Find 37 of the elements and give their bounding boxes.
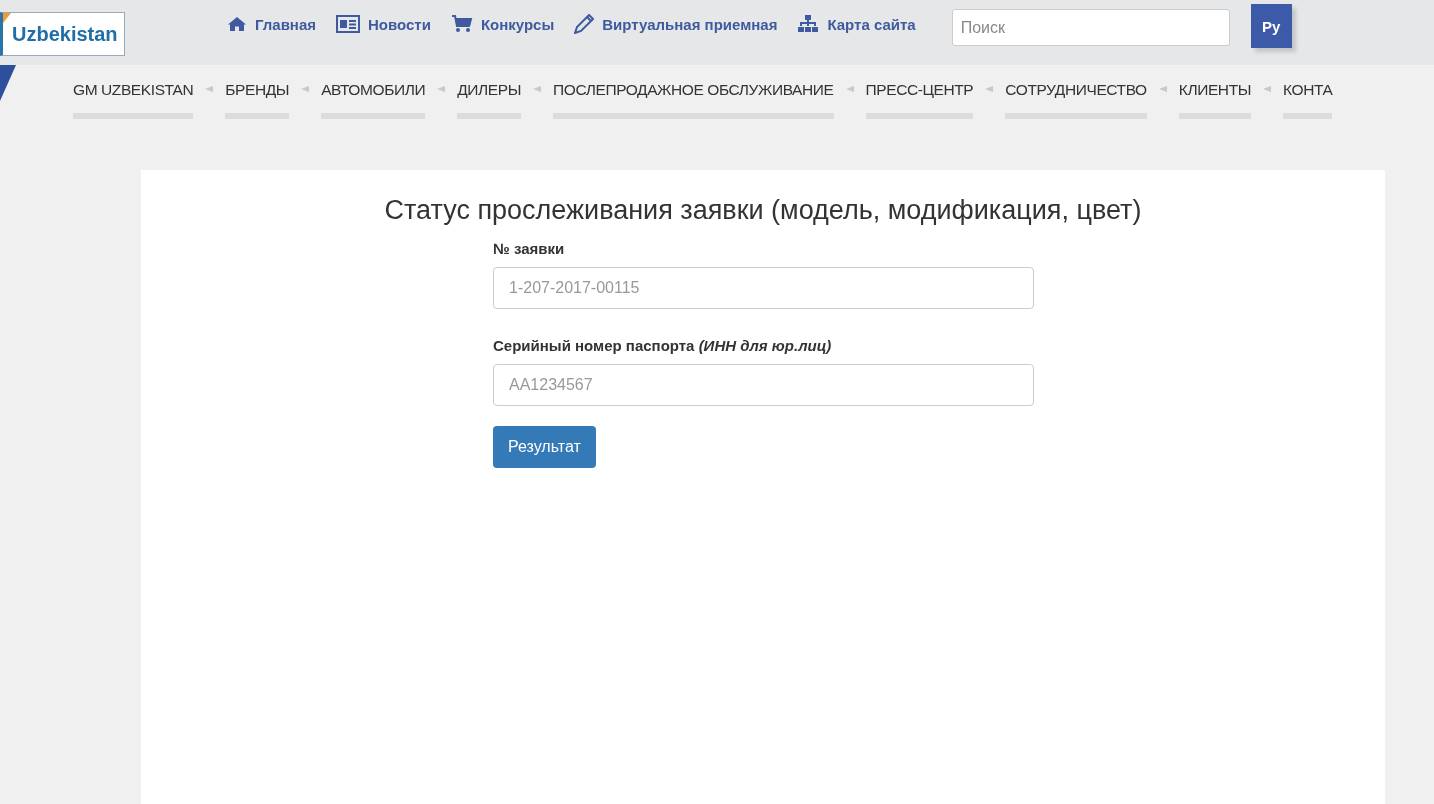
menu-item[interactable]: КОНТА [1283, 79, 1333, 119]
chevron-icon [985, 86, 994, 92]
nav-link[interactable]: Новости [336, 12, 431, 36]
logo[interactable]: Uzbekistan [0, 12, 125, 56]
nav-link[interactable]: Карта сайта [797, 12, 916, 36]
home-icon [227, 16, 247, 32]
chevron-icon [1158, 86, 1167, 92]
newspaper-icon [336, 15, 360, 33]
cart-icon [450, 15, 473, 33]
field-label: № заявки [493, 240, 565, 257]
nav-link[interactable]: Виртуальная приемная [574, 12, 778, 36]
menu-item[interactable]: ДИЛЕРЫ [457, 79, 521, 119]
sitemap-icon [797, 15, 820, 33]
menu-item[interactable]: СОТРУДНИЧЕСТВО [1005, 79, 1147, 119]
submit-button[interactable]: Результат [493, 426, 596, 468]
nav-link[interactable]: Главная [227, 12, 316, 36]
input-field[interactable]: AA1234567 [493, 364, 1034, 406]
chevron-icon [437, 86, 446, 92]
nav-link[interactable]: Конкурсы [450, 12, 555, 36]
page-title: Статус прослеживания заявки (модель, модификация, цвет) [383, 194, 1143, 226]
field-label: Серийный номер паспорта (ИНН для юр.лиц) [493, 337, 832, 354]
chevron-icon [1263, 86, 1272, 92]
menu-item[interactable]: GM UZBEKISTAN [73, 79, 194, 119]
chevron-icon [301, 86, 310, 92]
chevron-icon [845, 86, 854, 92]
chevron-icon [205, 86, 214, 92]
stripe-icon [0, 65, 16, 101]
menu-item[interactable]: КЛИЕНТЫ [1178, 79, 1252, 119]
chevron-icon [533, 86, 541, 92]
pencil-icon [574, 14, 595, 34]
menu-item[interactable]: БРЕНДЫ [225, 79, 290, 119]
menu-item[interactable]: АВТОМОБИЛИ [321, 79, 426, 119]
language-button[interactable]: Ру [1250, 4, 1292, 48]
input-field[interactable]: 1-207-2017-00115 [493, 267, 1034, 309]
menu-item[interactable]: ПОСЛЕПРОДАЖНОЕ ОБСЛУЖИВАНИЕ [553, 79, 834, 119]
search-field[interactable]: Поиск [951, 9, 1230, 46]
menu-item[interactable]: ПРЕСС-ЦЕНТР [865, 79, 974, 119]
